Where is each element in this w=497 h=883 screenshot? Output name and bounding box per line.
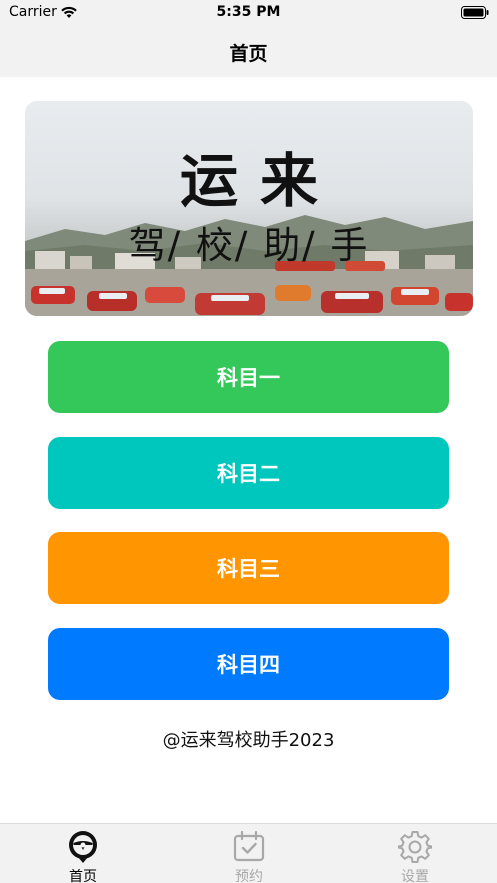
- subject-one-button[interactable]: 科目一: [48, 341, 449, 413]
- copyright-text: @运来驾校助手2023: [162, 730, 335, 751]
- clock: 5:35 PM: [216, 4, 281, 20]
- tab-bar: 首页 预约 设置: [0, 823, 497, 883]
- tab-home[interactable]: 首页: [0, 824, 166, 883]
- battery-icon: [461, 6, 489, 19]
- screen: Carrier 5:35 PM 首页 运来 驾/ 校/ 助/ 手 科目一 科目二…: [0, 0, 497, 883]
- tab-booking[interactable]: 预约: [166, 824, 332, 883]
- page-title: 首页: [229, 43, 268, 65]
- tab-settings-label: 设置: [401, 869, 429, 883]
- calendar-check-icon: [233, 830, 265, 862]
- navigation-bar: 首页: [0, 26, 497, 77]
- banner-image: 运来 驾/ 校/ 助/ 手: [25, 101, 473, 316]
- tab-home-label: 首页: [69, 869, 97, 883]
- tab-settings[interactable]: 设置: [332, 824, 497, 883]
- tab-booking-label: 预约: [235, 869, 263, 883]
- gear-icon: [398, 831, 432, 863]
- status-bar: Carrier 5:35 PM: [0, 0, 497, 26]
- banner-title: 运来: [179, 147, 340, 215]
- subject-three-button[interactable]: 科目三: [48, 532, 449, 604]
- banner-subtitle: 驾/ 校/ 助/ 手: [128, 224, 370, 267]
- subject-four-button[interactable]: 科目四: [48, 628, 449, 700]
- steering-wheel-icon: [69, 831, 97, 863]
- subject-two-button[interactable]: 科目二: [48, 437, 449, 509]
